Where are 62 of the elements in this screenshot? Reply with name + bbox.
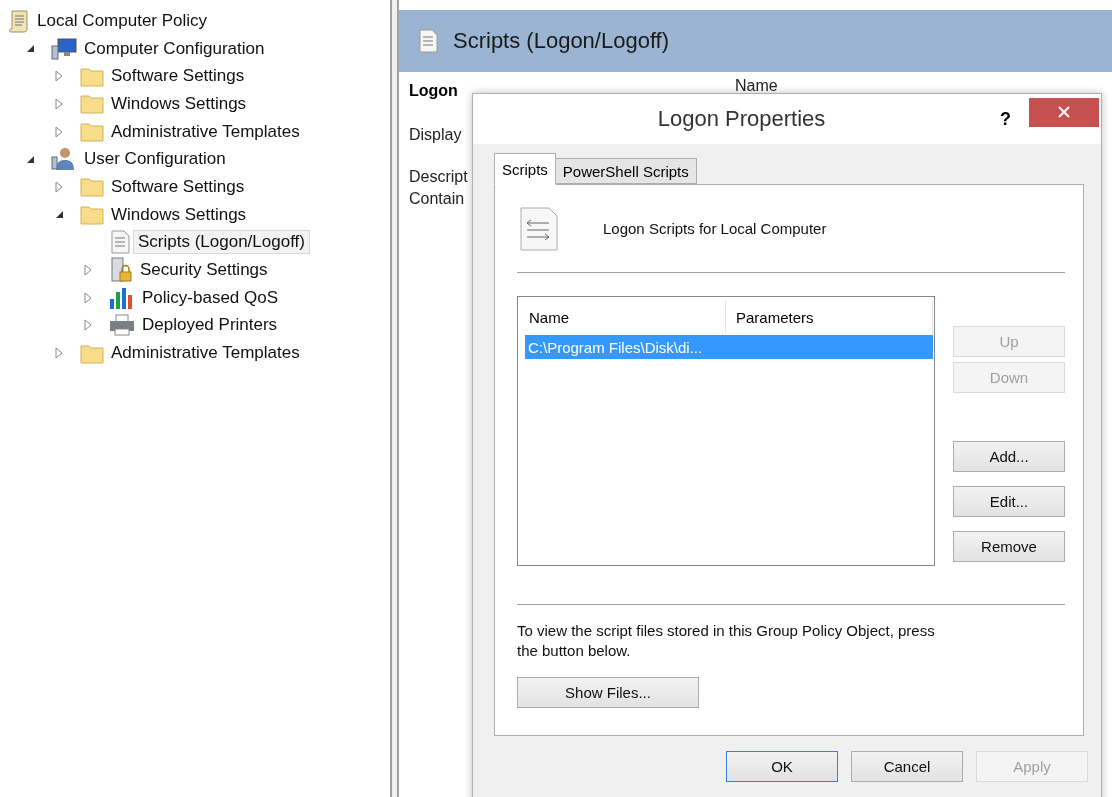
tree-item[interactable]: Security Settings [135,258,273,283]
scroll-icon [8,8,30,33]
computer-icon [51,37,77,60]
column-header[interactable]: Parameters [726,300,933,334]
tab[interactable]: Scripts [494,153,556,185]
collapsed-arrow-icon[interactable] [84,291,92,304]
tree-item[interactable]: Computer Configuration [79,36,270,61]
tab[interactable]: PowerShell Scripts [555,158,697,184]
action-button[interactable]: Remove [953,531,1065,562]
tree-item[interactable]: Local Computer Policy [32,8,213,33]
folder-icon [80,121,104,143]
dialog-button[interactable]: OK [726,751,838,782]
expanded-arrow-icon[interactable] [54,210,64,220]
collapsed-arrow-icon[interactable] [55,347,63,360]
splitter[interactable] [390,0,399,797]
column-header[interactable]: Name [519,300,726,334]
folder-icon [80,204,104,226]
column-header: Name [735,77,778,93]
bar-chart-icon [109,285,135,310]
close-icon [1058,106,1070,118]
tree-item[interactable]: Policy-based QoS [137,285,284,310]
collapsed-arrow-icon[interactable] [55,125,63,138]
tree-item[interactable]: Windows Settings [106,91,252,116]
show-files-button[interactable]: Show Files... [517,677,699,708]
help-button[interactable]: ? [1000,108,1011,130]
collapsed-arrow-icon[interactable] [84,264,92,277]
script-document-icon [519,205,559,252]
tree-item[interactable]: Administrative Templates [106,119,305,144]
folder-icon [80,93,104,115]
tree-item[interactable]: Scripts (Logon/Logoff) [133,230,310,255]
field-label: Contain [409,190,466,208]
folder-icon [80,65,104,87]
collapsed-arrow-icon[interactable] [55,97,63,110]
action-button[interactable]: Add... [953,441,1065,472]
script-icon [109,230,131,255]
section-title: Logon [409,82,459,100]
collapsed-arrow-icon[interactable] [55,180,63,193]
tree-item[interactable]: User Configuration [79,147,231,172]
tree-item[interactable]: Software Settings [106,174,250,199]
collapsed-arrow-icon[interactable] [84,319,92,332]
expanded-arrow-icon[interactable] [25,44,35,54]
action-button[interactable]: Edit... [953,486,1065,517]
server-lock-icon [109,257,133,284]
tree-item[interactable]: Administrative Templates [106,341,305,366]
script-icon [417,29,439,53]
printer-icon [109,314,135,337]
field-label: Display [409,126,463,144]
folder-icon [80,342,104,364]
close-button[interactable] [1029,97,1099,127]
scripts-heading: Logon Scripts for Local Computer [603,220,827,237]
field-label: Descript [409,168,469,186]
folder-icon [80,176,104,198]
tree-item[interactable]: Software Settings [106,64,250,89]
pane-title: Scripts (Logon/Logoff) [453,28,670,54]
collapsed-arrow-icon[interactable] [55,70,63,83]
tree-item[interactable]: Windows Settings [106,202,252,227]
info-text: To view the script files stored in this Group Policy Object, press the button below. [517,621,936,661]
dialog-title: Logon Properties [656,106,827,132]
tree-item[interactable]: Deployed Printers [137,313,283,338]
user-icon [51,147,77,172]
dialog-button[interactable]: Cancel [851,751,963,782]
expanded-arrow-icon[interactable] [25,154,35,164]
